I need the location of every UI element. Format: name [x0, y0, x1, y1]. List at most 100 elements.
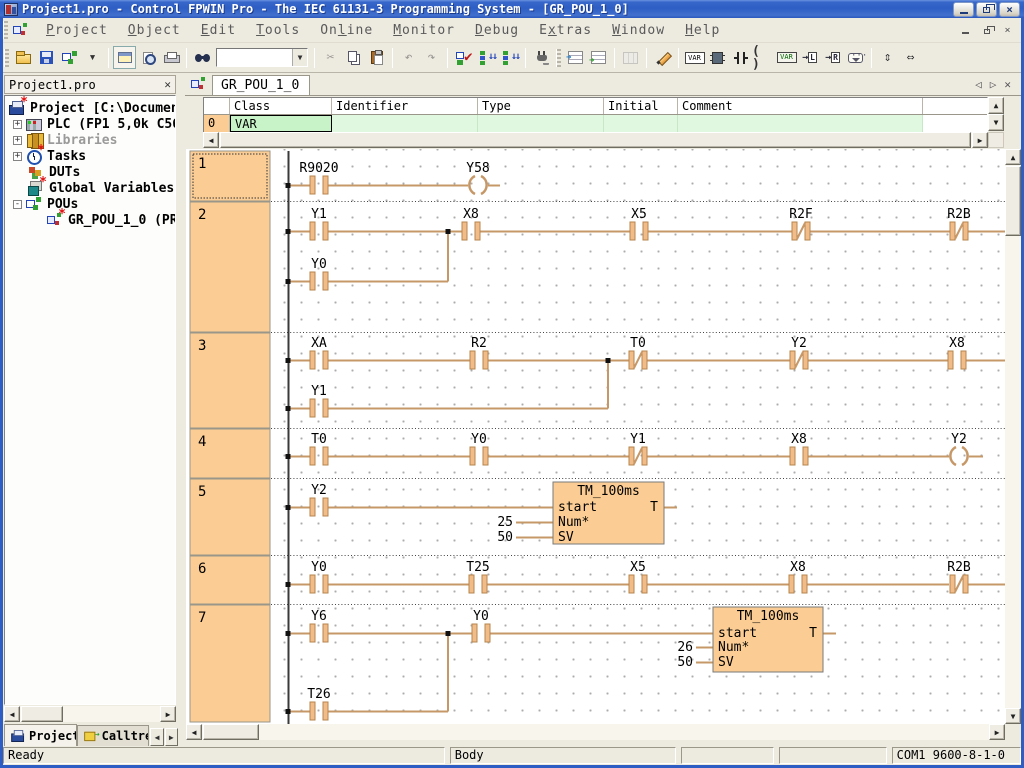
contact-Y1[interactable]: Y1: [311, 207, 327, 222]
scrollbar-thumb[interactable]: [21, 706, 63, 722]
coil-Y2[interactable]: Y2: [951, 432, 967, 447]
contact-R2B[interactable]: R2B: [947, 207, 971, 222]
contact-X5[interactable]: X5: [631, 207, 647, 222]
mdi-minimize-button[interactable]: [957, 23, 974, 37]
mdi-restore-button[interactable]: [978, 23, 995, 37]
tree-item-global-variables[interactable]: *Global Variables: [13, 180, 174, 196]
minimize-button[interactable]: [953, 2, 974, 17]
column-header-num[interactable]: [204, 98, 230, 114]
change-network-width-button[interactable]: ⇔: [899, 46, 922, 69]
contact-R2[interactable]: R2: [471, 336, 487, 351]
expand-icon[interactable]: +: [13, 120, 22, 129]
insert-contact-button[interactable]: [729, 46, 752, 69]
contact-XA[interactable]: XA: [311, 336, 327, 351]
contact-Y2[interactable]: Y2: [791, 336, 807, 351]
project-panel-close-icon[interactable]: ✕: [164, 78, 171, 91]
menu-monitor[interactable]: Monitor: [383, 20, 465, 41]
mdi-document-icon[interactable]: [13, 23, 30, 37]
contact-Y0[interactable]: Y0: [311, 257, 327, 272]
print-button[interactable]: [159, 46, 182, 69]
close-button[interactable]: ×: [999, 2, 1020, 17]
change-network-height-button[interactable]: ⇕: [876, 46, 899, 69]
scrollbar-thumb[interactable]: [1005, 166, 1021, 236]
ladder-vscrollbar[interactable]: ▲▼: [1005, 149, 1021, 724]
contact-Y6[interactable]: Y6: [311, 609, 327, 624]
function-block-button[interactable]: [706, 46, 729, 69]
menu-online[interactable]: Online: [310, 20, 383, 41]
scrollbar-thumb[interactable]: [203, 724, 259, 740]
monitor-header-button[interactable]: [619, 46, 642, 69]
scroll-right-button[interactable]: ▶: [972, 132, 988, 148]
paste-button[interactable]: [365, 46, 388, 69]
scrollbar-track[interactable]: [1005, 165, 1021, 708]
insert-comment-button[interactable]: [844, 46, 867, 69]
editor-tab-prev-button[interactable]: ◁: [975, 78, 982, 91]
collapse-icon[interactable]: -: [13, 200, 22, 209]
scroll-left-button[interactable]: ◀: [203, 132, 219, 148]
edit-mode-button[interactable]: [651, 46, 674, 69]
insert-input-variable-button[interactable]: →L: [798, 46, 821, 69]
variable-dialog-button[interactable]: VAR: [683, 46, 706, 69]
ladder-diagram[interactable]: 1234567R9020Y1X8X5R2FR2BY0XAR2T0Y2X8Y1T0…: [186, 149, 1005, 724]
tree-item-libraries[interactable]: +Libraries: [13, 132, 117, 148]
open-project-button[interactable]: [12, 46, 35, 69]
block-input-value[interactable]: 26: [677, 640, 693, 655]
tree-item-gr-pou-1-0-prg[interactable]: *GR_POU_1_0 (PRG): [47, 212, 176, 228]
editor-close-button[interactable]: ✕: [1004, 78, 1011, 91]
column-header-identifier[interactable]: Identifier: [332, 98, 478, 114]
menu-extras[interactable]: Extras: [529, 20, 602, 41]
scroll-down-button[interactable]: ▼: [988, 114, 1004, 131]
ladder-hscrollbar[interactable]: ◀▶: [186, 724, 1005, 740]
contact-T0[interactable]: T0: [630, 336, 646, 351]
tree-item-pous[interactable]: -POUs: [13, 196, 78, 212]
comment-cell[interactable]: [678, 115, 923, 132]
find-combobox[interactable]: ▼: [216, 48, 308, 67]
expand-icon[interactable]: +: [13, 136, 22, 145]
block-input-value[interactable]: 50: [497, 530, 513, 545]
scroll-right-button[interactable]: ▶: [989, 724, 1005, 740]
scroll-down-button[interactable]: ▼: [1005, 708, 1021, 724]
panel-tabs-scroll-left[interactable]: ◀: [150, 728, 163, 746]
compile-all-button[interactable]: [498, 46, 521, 69]
copy-button[interactable]: [342, 46, 365, 69]
title-bar[interactable]: Project1.pro - Control FPWIN Pro - The I…: [0, 0, 1024, 18]
menu-window[interactable]: Window: [602, 20, 675, 41]
contact-T0[interactable]: T0: [311, 432, 327, 447]
contact-Y0[interactable]: Y0: [473, 609, 489, 624]
menu-project[interactable]: Project: [36, 20, 118, 41]
panel-tabs-scroll-right[interactable]: ▶: [165, 728, 178, 746]
contact-X5[interactable]: X5: [630, 560, 646, 575]
insert-network-before-button[interactable]: [564, 46, 587, 69]
contact-X8[interactable]: X8: [949, 336, 965, 351]
contact-Y0[interactable]: Y0: [471, 432, 487, 447]
column-header-initial[interactable]: Initial: [604, 98, 678, 114]
variable-table-hscrollbar[interactable]: ◀▶: [203, 132, 988, 148]
contact-X8[interactable]: X8: [790, 560, 806, 575]
panel-tab-project[interactable]: Project: [4, 724, 77, 746]
menu-edit[interactable]: Edit: [191, 20, 246, 41]
insert-network-after-button[interactable]: [587, 46, 610, 69]
initial-cell[interactable]: [604, 115, 678, 132]
print-preview-button[interactable]: [136, 46, 159, 69]
block-input-value[interactable]: 50: [677, 655, 693, 670]
column-header-class[interactable]: Class: [230, 98, 332, 114]
class-cell[interactable]: VAR: [230, 115, 332, 132]
editor-tab-next-button[interactable]: ▷: [990, 78, 997, 91]
menu-tools[interactable]: Tools: [246, 20, 310, 41]
scrollbar-track[interactable]: [202, 724, 989, 740]
chevron-down-icon[interactable]: ▼: [292, 49, 307, 66]
identifier-cell[interactable]: [332, 115, 478, 132]
check-pou-button[interactable]: [452, 46, 475, 69]
tree-item-project-c-documents[interactable]: *Project [C:\Documents: [9, 100, 176, 116]
insert-coil-button[interactable]: ( ): [752, 46, 775, 69]
contact-R2F[interactable]: R2F: [789, 207, 813, 222]
contact-T26[interactable]: T26: [307, 687, 330, 702]
pou-actions-button[interactable]: [58, 46, 81, 69]
online-mode-button[interactable]: [530, 46, 553, 69]
undo-button[interactable]: ↶: [397, 46, 420, 69]
menu-help[interactable]: Help: [675, 20, 730, 41]
block-input-value[interactable]: 25: [497, 515, 513, 530]
contact-Y1[interactable]: Y1: [630, 432, 646, 447]
mdi-close-button[interactable]: ×: [999, 23, 1016, 37]
editor-tab-gr-pou-1-0[interactable]: GR_POU_1_0: [212, 75, 310, 95]
